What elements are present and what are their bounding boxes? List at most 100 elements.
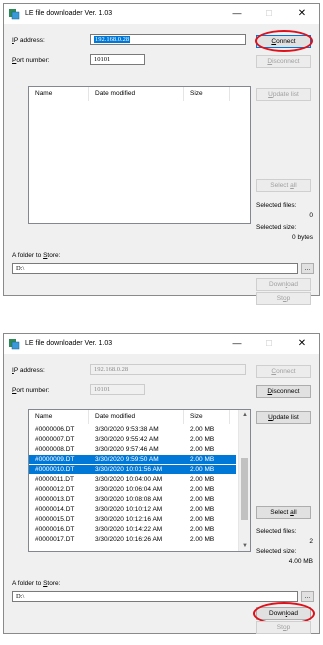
update-list-button[interactable]: Update list [256,411,311,424]
file-row[interactable]: #0000014.DT 3/30/2020 10:10:12 AM 2.00 MB [29,505,236,514]
file-row[interactable]: #0000010.DT 3/30/2020 10:01:56 AM 2.00 MB [29,465,236,474]
chevron-down-icon[interactable]: ▼ [239,541,250,551]
connect-button[interactable]: Connect [256,35,311,48]
column-date-modified[interactable]: Date modified [89,410,184,424]
title-bar[interactable]: LE file downloader Ver. 1.03 — ☐ ✕ [4,334,319,354]
chevron-up-icon[interactable]: ▲ [239,410,250,420]
selected-files-value: 0 [309,212,313,219]
file-name: #0000016.DT [35,526,75,533]
file-date-modified: 3/30/2020 10:16:26 AM [95,536,163,543]
file-row[interactable]: #0000013.DT 3/30/2020 10:08:08 AM 2.00 MB [29,495,236,504]
column-size[interactable]: Size [184,410,230,424]
file-date-modified: 3/30/2020 10:08:08 AM [95,496,163,503]
update-list-button[interactable]: Update list [256,88,311,101]
ip-address-input[interactable]: 192.168.0.28 [90,364,246,375]
download-button[interactable]: Download [256,278,311,291]
window-title: LE file downloader Ver. 1.03 [25,10,113,17]
file-size: 2.00 MB [190,486,215,493]
ip-address-label: IP address: [12,367,45,374]
port-number-input[interactable]: 10101 [90,54,145,65]
file-size: 2.00 MB [190,466,215,473]
file-name: #0000013.DT [35,496,75,503]
download-button[interactable]: Download [256,607,311,620]
column-date-modified[interactable]: Date modified [89,87,184,101]
minimize-button[interactable]: — [226,6,248,21]
file-name: #0000012.DT [35,486,75,493]
stop-button[interactable]: Stop [256,292,311,305]
file-row[interactable]: #0000015.DT 3/30/2020 10:12:16 AM 2.00 MB [29,515,236,524]
file-row[interactable]: #0000011.DT 3/30/2020 10:04:00 AM 2.00 MB [29,475,236,484]
file-row[interactable]: #0000012.DT 3/30/2020 10:06:04 AM 2.00 MB [29,485,236,494]
folder-label: A folder to Store: [12,252,61,259]
folder-input[interactable]: D:\ [12,263,298,274]
file-name: #0000014.DT [35,506,75,513]
app-icon [9,339,20,350]
file-size: 2.00 MB [190,436,215,443]
file-size: 2.00 MB [190,446,215,453]
selected-files-label: Selected files: [256,528,297,535]
file-name: #0000017.DT [35,536,75,543]
folder-input[interactable]: D:\ [12,591,298,602]
file-date-modified: 3/30/2020 9:57:46 AM [95,446,159,453]
file-size: 2.00 MB [190,526,215,533]
browse-folder-button[interactable]: ... [301,263,314,274]
title-bar[interactable]: LE file downloader Ver. 1.03 — ☐ ✕ [4,4,319,24]
file-size: 2.00 MB [190,536,215,543]
file-list-scrollbar[interactable]: ▲ ▼ [238,410,250,551]
close-button[interactable]: ✕ [291,6,313,21]
browse-folder-button[interactable]: ... [301,591,314,602]
close-button[interactable]: ✕ [291,336,313,351]
file-date-modified: 3/30/2020 9:55:42 AM [95,436,159,443]
file-row[interactable]: #0000009.DT 3/30/2020 9:59:50 AM 2.00 MB [29,455,236,464]
file-size: 2.00 MB [190,516,215,523]
maximize-button[interactable]: ☐ [258,336,280,351]
file-date-modified: 3/30/2020 9:53:38 AM [95,426,159,433]
ip-address-input[interactable]: 192.168.0.28 [90,34,246,45]
file-list-header: Name Date modified Size [29,410,250,424]
file-list[interactable]: Name Date modified Size #0000006.DT 3/30/… [28,409,251,552]
file-size: 2.00 MB [190,496,215,503]
file-row[interactable]: #0000017.DT 3/30/2020 10:16:26 AM 2.00 MB [29,535,236,544]
folder-label: A folder to Store: [12,580,61,587]
file-date-modified: 3/30/2020 10:10:12 AM [95,506,163,513]
file-list[interactable]: Name Date modified Size [28,86,251,224]
file-size: 2.00 MB [190,506,215,513]
file-name: #0000007.DT [35,436,75,443]
file-size: 2.00 MB [190,476,215,483]
disconnect-button[interactable]: Disconnect [256,385,311,398]
selected-size-value: 0 bytes [292,234,313,241]
column-name[interactable]: Name [29,410,89,424]
file-name: #0000006.DT [35,426,75,433]
disconnect-button[interactable]: Disconnect [256,55,311,68]
selected-size-label: Selected size: [256,224,297,231]
maximize-button[interactable]: ☐ [258,6,280,21]
port-number-label: Port number: [12,57,50,64]
file-row[interactable]: #0000008.DT 3/30/2020 9:57:46 AM 2.00 MB [29,445,236,454]
file-row[interactable]: #0000016.DT 3/30/2020 10:14:22 AM 2.00 MB [29,525,236,534]
selected-files-value: 2 [309,538,313,545]
selected-files-label: Selected files: [256,202,297,209]
stop-button[interactable]: Stop [256,621,311,634]
port-number-input[interactable]: 10101 [90,384,145,395]
file-date-modified: 3/30/2020 9:59:50 AM [95,456,159,463]
scrollbar-thumb[interactable] [241,458,248,520]
app-icon [9,9,20,20]
file-name: #0000009.DT [35,456,75,463]
file-name: #0000010.DT [35,466,75,473]
connect-button[interactable]: Connect [256,365,311,378]
select-all-button[interactable]: Select all [256,506,311,519]
file-list-header: Name Date modified Size [29,87,250,101]
selected-size-value: 4.00 MB [288,558,313,565]
select-all-button[interactable]: Select all [256,179,311,192]
app-window-disconnected: LE file downloader Ver. 1.03 — ☐ ✕ IP ad… [3,3,320,296]
column-size[interactable]: Size [184,87,230,101]
file-date-modified: 3/30/2020 10:06:04 AM [95,486,163,493]
file-size: 2.00 MB [190,456,215,463]
column-name[interactable]: Name [29,87,89,101]
file-name: #0000008.DT [35,446,75,453]
app-window-connected: LE file downloader Ver. 1.03 — ☐ ✕ IP ad… [3,333,320,634]
selected-size-label: Selected size: [256,548,297,555]
file-row[interactable]: #0000007.DT 3/30/2020 9:55:42 AM 2.00 MB [29,435,236,444]
minimize-button[interactable]: — [226,336,248,351]
file-row[interactable]: #0000006.DT 3/30/2020 9:53:38 AM 2.00 MB [29,425,236,434]
